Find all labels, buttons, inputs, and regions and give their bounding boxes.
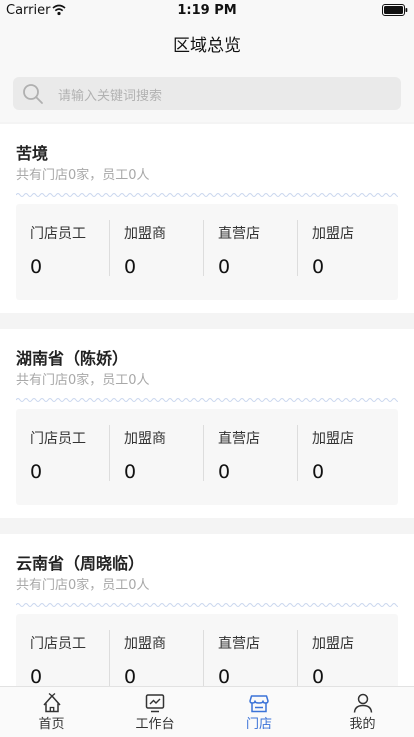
tab-store[interactable]: 门店 xyxy=(207,687,311,737)
store-icon xyxy=(249,695,269,713)
navigation-bar: 区域总览 xyxy=(0,22,414,64)
stat-value: 0 xyxy=(124,666,137,686)
status-bar: Carrier 1:19 PM xyxy=(0,0,414,22)
stat-value: 0 xyxy=(218,461,231,483)
search-placeholder: 请输入关键词搜索 xyxy=(58,89,163,104)
stat-franchisees: 加盟商 0 xyxy=(110,204,204,300)
stat-label: 门店员工 xyxy=(30,636,86,652)
wave-divider xyxy=(16,398,398,402)
stat-value: 0 xyxy=(312,461,325,483)
stat-label: 直营店 xyxy=(218,226,260,242)
region-name: 苦境 xyxy=(16,144,49,163)
tab-label: 我的 xyxy=(349,717,376,732)
region-summary: 共有门店0家，员工0人 xyxy=(16,578,150,593)
wave-divider xyxy=(16,193,398,197)
tab-label: 首页 xyxy=(38,717,65,732)
stat-franchisees: 加盟商 0 xyxy=(110,614,204,686)
region-summary: 共有门店0家，员工0人 xyxy=(16,168,150,183)
stat-label: 加盟商 xyxy=(124,226,166,242)
stat-franchise-stores: 加盟店 0 xyxy=(298,614,392,686)
wave-divider xyxy=(16,603,398,607)
stat-value: 0 xyxy=(30,256,43,278)
search-icon xyxy=(23,84,43,104)
profile-icon xyxy=(353,693,372,713)
stat-franchise-stores: 加盟店 0 xyxy=(298,204,392,300)
stat-value: 0 xyxy=(30,461,43,483)
stat-label: 加盟商 xyxy=(124,636,166,652)
home-icon xyxy=(42,693,61,713)
stat-label: 门店员工 xyxy=(30,431,86,447)
region-card[interactable]: 云南省（周晓临） 共有门店0家，员工0人 门店员工 0 加盟商 0 直营店 0 … xyxy=(0,534,414,686)
stat-value: 0 xyxy=(312,256,325,278)
battery-icon xyxy=(382,4,408,16)
stat-direct-stores: 直营店 0 xyxy=(204,614,298,686)
region-card[interactable]: 苦境 共有门店0家，员工0人 门店员工 0 加盟商 0 直营店 0 加盟店 0 xyxy=(0,124,414,313)
stat-value: 0 xyxy=(218,256,231,278)
page-title: 区域总览 xyxy=(173,36,241,56)
stat-store-staff: 门店员工 0 xyxy=(16,614,110,686)
clock: 1:19 PM xyxy=(177,3,237,18)
stat-label: 直营店 xyxy=(218,431,260,447)
stat-label: 加盟店 xyxy=(312,636,354,652)
stat-label: 直营店 xyxy=(218,636,260,652)
stat-value: 0 xyxy=(30,666,43,686)
stat-direct-stores: 直营店 0 xyxy=(204,204,298,300)
tab-workbench[interactable]: 工作台 xyxy=(103,687,207,737)
tab-bar: 首页 工作台 门店 我的 xyxy=(0,686,414,737)
tab-label: 门店 xyxy=(245,717,272,732)
tab-home[interactable]: 首页 xyxy=(0,687,103,737)
tab-profile[interactable]: 我的 xyxy=(311,687,414,737)
stat-franchise-stores: 加盟店 0 xyxy=(298,409,392,505)
stat-value: 0 xyxy=(218,666,231,686)
workbench-icon xyxy=(145,694,165,713)
region-name: 云南省（周晓临） xyxy=(16,554,145,573)
stat-label: 门店员工 xyxy=(30,226,86,242)
region-name: 湖南省（陈娇） xyxy=(16,349,129,368)
stat-label: 加盟店 xyxy=(312,431,354,447)
stat-store-staff: 门店员工 0 xyxy=(16,409,110,505)
tab-label: 工作台 xyxy=(135,717,175,732)
stat-value: 0 xyxy=(312,666,325,686)
stat-direct-stores: 直营店 0 xyxy=(204,409,298,505)
stat-value: 0 xyxy=(124,461,137,483)
stats-panel: 门店员工 0 加盟商 0 直营店 0 加盟店 0 xyxy=(16,409,398,505)
stat-label: 加盟店 xyxy=(312,226,354,242)
region-summary: 共有门店0家，员工0人 xyxy=(16,373,150,388)
search-area: 请输入关键词搜索 xyxy=(0,64,414,122)
stats-panel: 门店员工 0 加盟商 0 直营店 0 加盟店 0 xyxy=(16,614,398,686)
stat-store-staff: 门店员工 0 xyxy=(16,204,110,300)
search-input[interactable]: 请输入关键词搜索 xyxy=(13,77,401,110)
region-card[interactable]: 湖南省（陈娇） 共有门店0家，员工0人 门店员工 0 加盟商 0 直营店 0 加… xyxy=(0,329,414,518)
stat-value: 0 xyxy=(124,256,137,278)
stat-label: 加盟商 xyxy=(124,431,166,447)
stats-panel: 门店员工 0 加盟商 0 直营店 0 加盟店 0 xyxy=(16,204,398,300)
stat-franchisees: 加盟商 0 xyxy=(110,409,204,505)
